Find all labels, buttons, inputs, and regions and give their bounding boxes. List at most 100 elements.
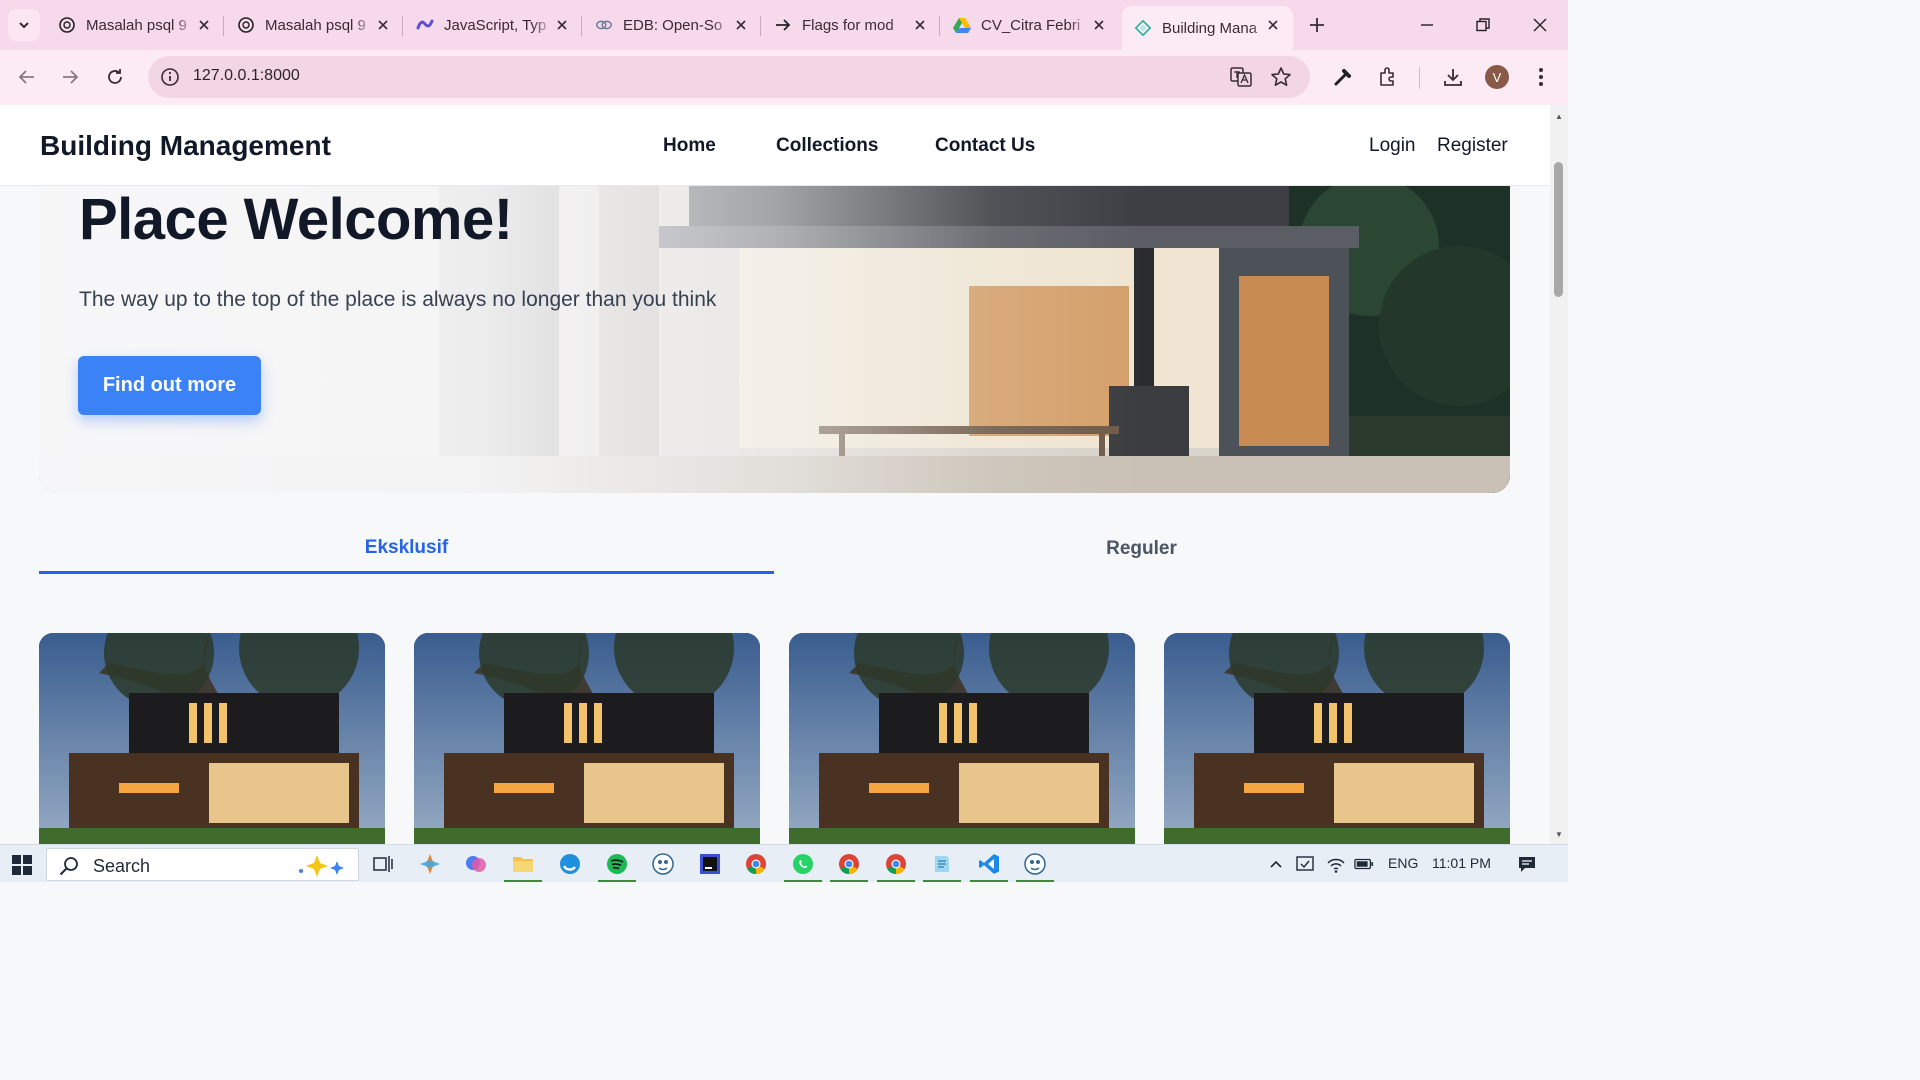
search-placeholder: Search	[93, 856, 151, 876]
property-card[interactable]	[39, 633, 385, 844]
browser-toolbar: 127.0.0.1:8000	[0, 50, 1568, 105]
restore-button[interactable]	[1470, 12, 1496, 38]
arrow-right-icon	[774, 16, 792, 34]
google-drive-icon	[953, 16, 971, 34]
browser-tab-title: Masalah psql 9	[86, 16, 187, 34]
browser-tab-6[interactable]: CV_Citra Febri	[941, 6, 1119, 44]
profile-avatar[interactable]: V	[1485, 65, 1509, 89]
search-highlight-icon	[299, 855, 344, 877]
site-info-icon[interactable]	[160, 67, 180, 87]
notepad-icon[interactable]	[923, 851, 961, 882]
register-link[interactable]: Register	[1437, 135, 1508, 157]
search-icon	[59, 857, 78, 876]
restore-icon	[1476, 18, 1490, 32]
minimize-button[interactable]	[1414, 12, 1440, 38]
close-icon[interactable]	[912, 17, 928, 33]
page-scrollbar[interactable]: ▲ ▼	[1550, 105, 1568, 844]
extensions-icon[interactable]	[1375, 64, 1401, 90]
site-navbar: Building Management Home Collections Con…	[0, 105, 1550, 186]
notifications-icon[interactable]	[1517, 854, 1537, 874]
gemini-app-icon[interactable]	[417, 851, 443, 877]
address-bar[interactable]: 127.0.0.1:8000	[148, 56, 1310, 98]
taskbar-search-box[interactable]: Search	[46, 848, 359, 881]
jetbrains-icon[interactable]	[697, 851, 723, 877]
property-card[interactable]	[414, 633, 760, 844]
browser-tab-2[interactable]: Masalah psql 9	[225, 6, 403, 44]
browser-tab-title: EDB: Open-So	[623, 16, 723, 34]
browser-tab-1[interactable]: Masalah psql 9	[46, 6, 224, 44]
site-icon	[1134, 19, 1152, 37]
vscode-icon[interactable]	[970, 851, 1008, 882]
spotify-icon[interactable]	[598, 851, 636, 882]
tab-search-button[interactable]	[8, 9, 40, 41]
chrome-profile-icon[interactable]	[877, 851, 915, 882]
close-icon	[1533, 18, 1547, 32]
close-window-button[interactable]	[1527, 12, 1553, 38]
reload-button[interactable]	[102, 64, 128, 90]
copilot-app-icon[interactable]	[463, 851, 489, 877]
nav-collections-link[interactable]: Collections	[776, 135, 878, 157]
property-image	[39, 633, 385, 844]
battery-icon[interactable]	[1354, 854, 1374, 874]
edb-icon	[595, 16, 613, 34]
tab-eksklusif[interactable]: Eksklusif	[39, 525, 774, 574]
download-icon[interactable]	[1440, 64, 1466, 90]
file-explorer-icon[interactable]	[504, 851, 542, 882]
nav-home-link[interactable]: Home	[663, 135, 716, 157]
browser-tab-title: Building Mana	[1162, 19, 1258, 37]
scrollbar-thumb[interactable]	[1554, 162, 1563, 297]
browser-tab-active[interactable]: Building Mana	[1122, 6, 1293, 50]
close-icon[interactable]	[196, 17, 212, 33]
browser-tab-title: Masalah psql 9	[265, 16, 366, 34]
hero-title: Place Welcome!	[79, 187, 513, 252]
category-tabs: Eksklusif Reguler	[39, 525, 1510, 575]
property-image	[1164, 633, 1510, 844]
chrome-profile-icon[interactable]	[830, 851, 868, 882]
reload-icon	[108, 69, 122, 84]
back-button[interactable]	[14, 64, 40, 90]
browser-tab-strip: Masalah psql 9 Masalah psql 9 JavaScript…	[0, 0, 1568, 50]
chrome-icon[interactable]	[743, 851, 769, 877]
nav-contact-link[interactable]: Contact Us	[935, 135, 1035, 157]
login-link[interactable]: Login	[1369, 135, 1416, 157]
bookmark-star-icon[interactable]	[1270, 66, 1292, 88]
edge-app-icon[interactable]	[557, 851, 583, 877]
pgadmin-icon[interactable]	[650, 851, 676, 877]
tab-reguler[interactable]: Reguler	[774, 525, 1509, 573]
task-view-icon[interactable]	[370, 851, 396, 877]
menu-kebab-icon[interactable]	[1528, 64, 1554, 90]
close-icon[interactable]	[554, 17, 570, 33]
close-icon[interactable]	[1091, 17, 1107, 33]
find-out-more-button[interactable]: Find out more	[78, 356, 261, 415]
pgadmin-running-icon[interactable]	[1016, 851, 1054, 882]
close-icon[interactable]	[733, 17, 749, 33]
close-icon[interactable]	[1265, 17, 1281, 33]
browser-tab-title: JavaScript, Typ	[444, 16, 547, 34]
onedrive-status-icon[interactable]	[1295, 854, 1315, 874]
new-tab-button[interactable]	[1306, 14, 1328, 36]
chevron-up-icon[interactable]	[1266, 854, 1286, 874]
arrow-left-icon	[18, 70, 34, 84]
close-icon[interactable]	[375, 17, 391, 33]
toolbar-divider	[1419, 67, 1420, 89]
site-brand[interactable]: Building Management	[40, 130, 331, 162]
wifi-icon[interactable]	[1326, 854, 1346, 874]
browser-tab-5[interactable]: Flags for mod	[762, 6, 940, 44]
browser-tab-4[interactable]: EDB: Open-So	[583, 6, 761, 44]
property-card[interactable]	[789, 633, 1135, 844]
windows-start-icon[interactable]	[12, 855, 32, 875]
scroll-up-icon[interactable]: ▲	[1554, 111, 1564, 121]
url-text[interactable]: 127.0.0.1:8000	[193, 67, 300, 85]
copilot-icon	[416, 16, 434, 34]
language-indicator[interactable]: ENG	[1388, 855, 1418, 871]
forward-button[interactable]	[57, 64, 83, 90]
browser-tab-3[interactable]: JavaScript, Typ	[404, 6, 582, 44]
property-card[interactable]	[1164, 633, 1510, 844]
property-image	[414, 633, 760, 844]
clock-time[interactable]: 11:01 PM	[1432, 855, 1491, 871]
whatsapp-icon[interactable]	[784, 851, 822, 882]
eyedropper-icon[interactable]	[1330, 64, 1356, 90]
arrow-right-icon	[63, 70, 79, 84]
translate-icon[interactable]	[1230, 66, 1252, 88]
scroll-down-icon[interactable]: ▼	[1554, 829, 1564, 839]
